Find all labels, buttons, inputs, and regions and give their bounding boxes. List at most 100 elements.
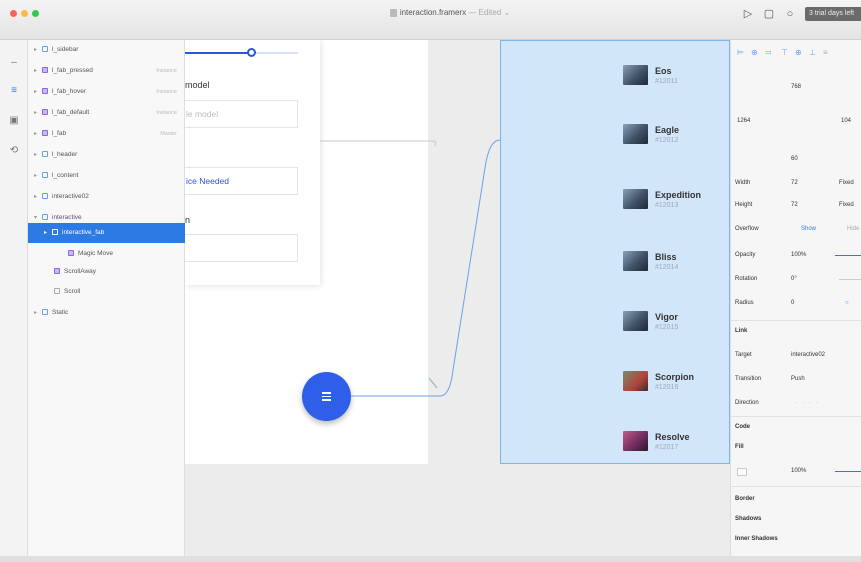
align-toolbar: ⊨ ⊕ ⫤ ⊤ ⊕ ⊥ ≡ [735,42,861,62]
list-item[interactable]: Eagle #12012 [623,118,730,158]
height-input[interactable]: 72 [791,202,798,208]
fill-row: Fill [735,438,861,458]
preview-play-icon[interactable]: ▷ [741,7,755,21]
rotation-label: Rotation [735,276,758,282]
left-value[interactable]: 1264 [737,118,750,124]
expand-arrow-icon[interactable]: ▸ [34,103,42,123]
right-value[interactable]: 104 [841,118,851,124]
list-item[interactable]: Resolve #12017 [623,425,730,465]
constraint-bottom-row: 60 [735,150,861,170]
layer-row[interactable]: ▸ l_sidebar [28,40,185,60]
opacity-input[interactable]: 100% [791,252,806,258]
layer-row[interactable]: Magic Move [28,244,185,264]
title-bar: interaction.framerx — Edited ⌄ ▷ ▢ ○ 3 t… [0,0,861,40]
direction-row: Direction · · · · [735,394,861,414]
layer-row[interactable]: Scroll [28,282,185,302]
list-item[interactable]: Vigor #12015 [623,305,730,345]
fill-opacity-slider[interactable] [835,471,861,472]
layer-row[interactable]: ▸ l_fab_hover Instance [28,82,185,102]
layer-row[interactable]: ▸ l_content [28,166,185,186]
direction-segmented-control[interactable]: · · · · [795,400,818,406]
list-item[interactable]: Expedition #12013 [623,183,730,223]
align-left-icon[interactable]: ⊨ [737,48,744,57]
align-middle-icon[interactable]: ⊕ [795,48,802,57]
list-item[interactable]: Eos #12011 [623,59,730,99]
fill-opacity-input[interactable]: 100% [791,468,806,474]
layer-row[interactable]: ▸ l_fab Master [28,124,185,144]
bottom-value[interactable]: 60 [791,156,798,162]
opacity-slider[interactable] [835,255,861,256]
inner-shadows-label[interactable]: Inner Shadows [735,536,778,542]
direction-label: Direction [735,400,759,406]
item-id: #12017 [655,444,679,451]
expand-arrow-icon[interactable]: ▸ [44,223,52,243]
rotation-slider[interactable] [839,279,861,280]
expand-arrow-icon[interactable]: ▸ [34,40,42,60]
top-value[interactable]: 768 [791,84,801,90]
vehicle-thumbnail [623,65,648,85]
shadows-label[interactable]: Shadows [735,516,761,522]
overflow-show-toggle[interactable]: Show [801,226,816,232]
layer-row[interactable]: ▸ l_header [28,145,185,165]
list-item[interactable]: Scorpion #12016 [623,365,730,405]
device-icon[interactable]: ▢ [762,7,776,21]
layer-row[interactable]: ▸ l_fab_pressed Instance [28,61,185,81]
fill-swatch[interactable] [737,468,747,476]
height-mode-select[interactable]: Fixed [839,202,854,208]
align-right-icon[interactable]: ⫤ [765,48,771,58]
expand-arrow-icon[interactable]: ▸ [34,124,42,144]
radius-circle-icon[interactable]: ○ [845,300,849,306]
rotation-input[interactable]: 0° [791,276,797,282]
layer-label: ScrollAway [64,268,97,275]
artboard-interactive02[interactable]: Eos #12011 Eagle #12012 Expedition #12013 B… [500,40,730,464]
share-icon[interactable]: ○ [783,7,797,21]
target-select[interactable]: interactive02 [791,352,825,358]
expand-arrow-icon[interactable]: ▸ [34,145,42,165]
edited-status[interactable]: — Edited ⌄ [468,8,510,17]
zoom-window-button[interactable] [32,10,39,17]
minimize-window-button[interactable] [21,10,28,17]
vehicle-thumbnail [623,431,648,451]
layers-tool-icon[interactable]: ≡ [9,86,19,96]
transition-select[interactable]: Push [791,376,805,382]
width-input[interactable]: 72 [791,180,798,186]
trial-button[interactable]: 3 trial days left [805,7,861,21]
expand-arrow-icon[interactable]: ▸ [34,303,42,323]
item-id: #12011 [655,78,678,85]
code-tool-icon[interactable]: ⟲ [9,146,19,156]
layer-row[interactable]: ▸ l_fab_default Instance [28,103,185,123]
list-item[interactable]: Bliss #12014 [623,245,730,285]
components-tool-icon[interactable]: ▣ [9,116,19,126]
frame-icon [42,46,48,53]
align-bottom-icon[interactable]: ⊥ [809,48,816,57]
layers-panel: ▸ l_sidebar ▸ l_fab_pressed Instance ▸ l_fab… [28,40,185,560]
opacity-label: Opacity [735,252,756,258]
layer-label: l_fab_hover [52,88,86,95]
item-id: #12015 [655,324,679,331]
connector-arrow [428,377,438,389]
canvas[interactable]: model le model ice Needed n Eos #12011 Ea… [185,40,730,560]
expand-arrow-icon[interactable]: ▸ [34,82,42,102]
layer-row[interactable]: ▸ interactive02 [28,187,185,207]
align-center-h-icon[interactable]: ⊕ [751,48,758,57]
overflow-hide-toggle[interactable]: Hide [847,226,859,232]
vehicle-thumbnail [623,124,648,144]
item-id: #12016 [655,384,679,391]
frame-icon [42,172,48,179]
expand-arrow-icon[interactable]: ▸ [34,166,42,186]
distribute-icon[interactable]: ≡ [823,48,828,57]
layer-row[interactable]: ScrollAway [28,262,185,282]
width-mode-select[interactable]: Fixed [839,180,854,186]
border-label[interactable]: Border [735,496,755,502]
minus-tool-icon[interactable]: – [9,58,19,68]
radius-input[interactable]: 0 [791,300,794,306]
align-top-icon[interactable]: ⊤ [781,48,788,57]
layer-label: l_header [52,151,78,158]
layer-row[interactable]: ▸ Static [28,303,185,323]
expand-arrow-icon[interactable]: ▸ [34,61,42,81]
layer-row-selected[interactable]: ▸ interactive_fab [28,223,185,243]
layer-badge: Master [160,131,177,137]
expand-arrow-icon[interactable]: ▸ [34,187,42,207]
close-window-button[interactable] [10,10,17,17]
fill-color-row: 100% [735,462,861,482]
